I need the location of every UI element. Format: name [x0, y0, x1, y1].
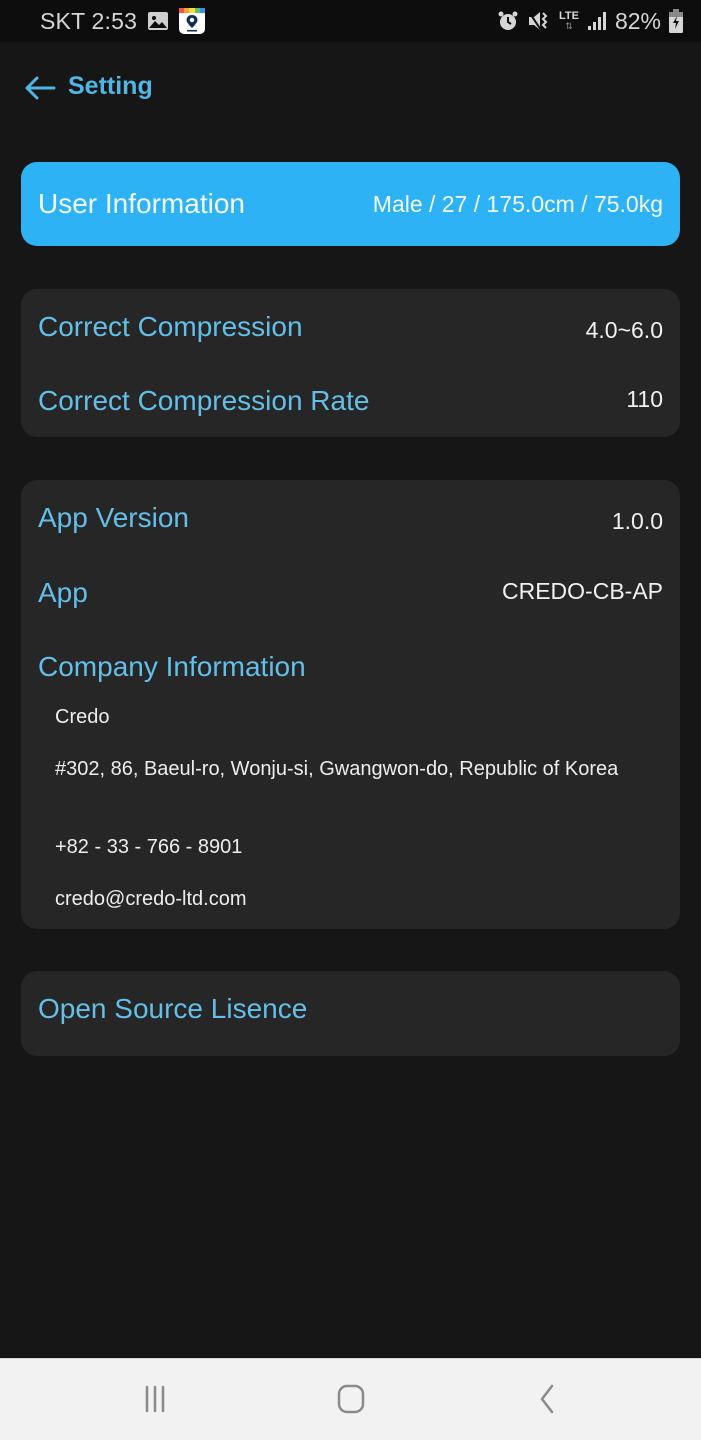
gallery-icon [147, 11, 169, 31]
home-button[interactable] [331, 1379, 371, 1419]
map-app-icon [179, 8, 206, 34]
correct-compression-value: 4.0~6.0 [585, 317, 663, 343]
back-icon [540, 1384, 554, 1414]
system-back-button[interactable] [528, 1379, 568, 1419]
company-address: #302, 86, Baeul-ro, Wonju-si, Gwangwon-d… [55, 758, 619, 780]
correct-compression-rate-value: 110 [626, 386, 663, 412]
page-title: Setting [68, 72, 153, 100]
user-information-value: Male / 27 / 175.0cm / 75.0kg [372, 191, 663, 217]
lte-icon: LTE ⇅ [558, 10, 579, 31]
system-navigation-bar [0, 1358, 701, 1440]
status-bar: SKT 2:53 LTE ⇅ 82% [0, 0, 701, 42]
arrow-left-icon [25, 76, 56, 100]
compression-card: Correct Compression 4.0~6.0 Correct Comp… [21, 289, 680, 437]
open-source-license-card[interactable]: Open Source Lisence [21, 971, 680, 1056]
status-left: SKT 2:53 [40, 0, 206, 42]
user-information-label: User Information [38, 188, 245, 219]
vibrate-mute-icon [527, 10, 551, 32]
battery-charging-icon [669, 9, 683, 33]
alarm-icon [497, 10, 519, 32]
app-info-card: App Version 1.0.0 App CREDO-CB-AP Compan… [21, 480, 680, 929]
app-label: App [38, 577, 88, 608]
correct-compression-rate-label: Correct Compression Rate [38, 385, 370, 416]
status-right: LTE ⇅ 82% [497, 0, 683, 42]
company-phone[interactable]: +82 - 33 - 766 - 8901 [55, 834, 635, 860]
recent-apps-button[interactable] [135, 1379, 175, 1419]
open-source-license-label: Open Source Lisence [38, 993, 308, 1024]
user-information-card[interactable]: User Information Male / 27 / 175.0cm / 7… [21, 162, 680, 246]
app-value: CREDO-CB-AP [501, 578, 663, 604]
home-icon [337, 1384, 365, 1414]
signal-icon [587, 11, 607, 31]
company-email[interactable]: credo@credo-ltd.com [55, 886, 635, 912]
app-header: Setting [0, 42, 701, 138]
recent-apps-icon [145, 1385, 165, 1413]
carrier-time: SKT 2:53 [40, 7, 138, 34]
company-information-label: Company Information [38, 651, 306, 682]
company-name: Credo [55, 706, 110, 728]
correct-compression-label: Correct Compression [38, 311, 303, 342]
battery-percent: 82% [614, 7, 661, 34]
app-version-value: 1.0.0 [611, 508, 663, 534]
app-version-label: App Version [38, 502, 189, 533]
back-button[interactable] [24, 74, 56, 102]
